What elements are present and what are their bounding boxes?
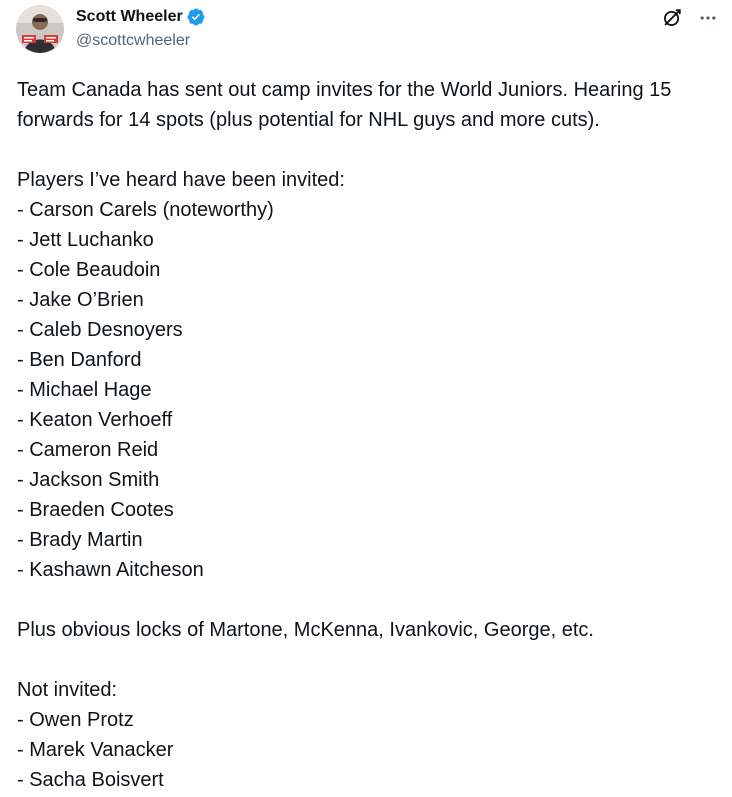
invited-player: - Caleb Desnoyers	[17, 319, 183, 341]
invited-player: - Keaton Verhoeff	[17, 409, 173, 431]
display-name[interactable]: Scott Wheeler	[76, 7, 183, 27]
invited-player: - Jackson Smith	[17, 469, 160, 491]
avatar-image	[16, 5, 64, 53]
invited-player: - Jett Luchanko	[17, 229, 154, 251]
not-invited-player: - Marek Vanacker	[17, 739, 174, 761]
handle[interactable]: @scottcwheeler	[76, 31, 206, 51]
invited-player: - Brady Martin	[17, 529, 143, 551]
invited-player: - Carson Carels (noteworthy)	[17, 199, 274, 221]
tweet-text: Team Canada has sent out camp invites fo…	[17, 75, 717, 795]
avatar[interactable]	[16, 5, 64, 53]
invited-player: - Michael Hage	[17, 379, 152, 401]
invited-player: - Braeden Cootes	[17, 499, 174, 521]
tweet-line: Team Canada has sent out camp invites fo…	[17, 79, 672, 101]
invited-player: - Ben Danford	[17, 349, 142, 371]
not-invited-heading: Not invited:	[17, 679, 118, 701]
name-row: Scott Wheeler	[76, 5, 206, 29]
slash-circle-icon[interactable]	[660, 6, 684, 30]
invited-player: - Jake O’Brien	[17, 289, 144, 311]
invited-player: - Kashawn Aitcheson	[17, 559, 204, 581]
not-invited-player: - Sacha Boisvert	[17, 769, 164, 791]
invited-player: - Cameron Reid	[17, 439, 159, 461]
more-horizontal-icon[interactable]	[696, 6, 720, 30]
tweet: Scott Wheeler @scottcwheeler Team Canada…	[0, 0, 732, 797]
tweet-line: forwards for 14 spots (plus potential fo…	[17, 109, 600, 131]
invited-heading: Players I’ve heard have been invited:	[17, 169, 345, 191]
not-invited-player: - Owen Protz	[17, 709, 134, 731]
locks-line: Plus obvious locks of Martone, McKenna, …	[17, 619, 594, 641]
invited-player: - Cole Beaudoin	[17, 259, 161, 281]
author-info: Scott Wheeler @scottcwheeler	[76, 5, 206, 51]
verified-badge-icon[interactable]	[186, 7, 206, 27]
top-actions	[660, 6, 720, 30]
